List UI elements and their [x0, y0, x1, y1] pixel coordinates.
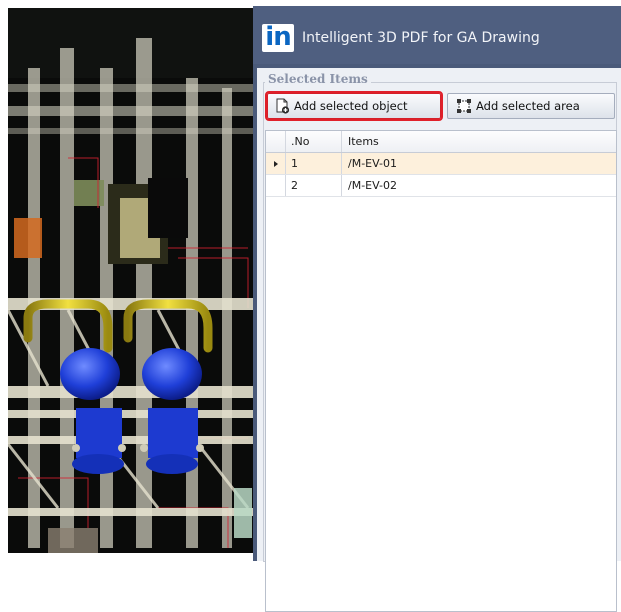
row-selector-header: [266, 131, 286, 152]
add-selected-object-button[interactable]: Add selected object: [265, 91, 443, 121]
linkedin-logo-icon: in: [262, 24, 294, 52]
add-selected-object-label: Add selected object: [294, 99, 408, 113]
select-area-icon: [457, 99, 471, 113]
panel-body: Selected Items Add selected object Add s…: [257, 68, 621, 612]
column-header-no[interactable]: .No: [286, 131, 342, 152]
3d-viewport[interactable]: [8, 8, 253, 553]
row-selector[interactable]: [266, 153, 286, 174]
row-selector[interactable]: [266, 175, 286, 196]
add-document-icon: [276, 98, 290, 114]
selected-items-grid[interactable]: .No Items 1 /M-EV-01 2 /M-EV-02: [265, 130, 617, 612]
row-number: 1: [286, 153, 342, 174]
plant-model-render: [8, 8, 253, 553]
panel-header: in Intelligent 3D PDF for GA Drawing: [253, 6, 621, 64]
selected-items-label: Selected Items: [265, 72, 371, 86]
add-selected-area-button[interactable]: Add selected area: [447, 93, 615, 119]
table-row[interactable]: 1 /M-EV-01: [266, 153, 616, 175]
table-row[interactable]: 2 /M-EV-02: [266, 175, 616, 197]
column-header-items[interactable]: Items: [342, 131, 616, 152]
row-item-name: /M-EV-02: [348, 179, 397, 192]
row-pointer-icon: [273, 160, 278, 167]
panel-title: Intelligent 3D PDF for GA Drawing: [302, 30, 540, 46]
row-number: 2: [286, 175, 342, 196]
grid-header: .No Items: [266, 131, 616, 153]
intelligent-3d-pdf-panel: in Intelligent 3D PDF for GA Drawing Sel…: [253, 6, 621, 612]
row-item-name: /M-EV-01: [342, 153, 616, 174]
add-selected-area-label: Add selected area: [476, 99, 580, 113]
